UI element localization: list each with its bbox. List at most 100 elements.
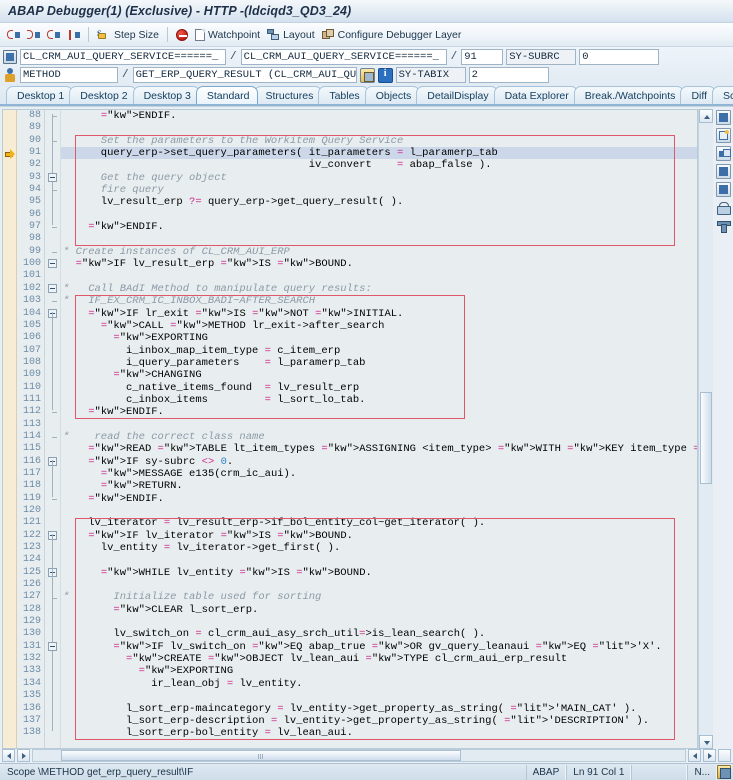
code-line[interactable]: ="kw">CHANGING [61, 369, 697, 381]
code-line[interactable]: * Initialize table used for sorting [61, 591, 697, 603]
breakpoint-gutter[interactable] [3, 110, 17, 748]
tab-tables[interactable]: Tables [318, 86, 369, 104]
vertical-scroll-thumb[interactable] [700, 392, 712, 485]
tab-break-watchpoints[interactable]: Break./Watchpoints [573, 86, 685, 104]
code-line[interactable] [61, 554, 697, 566]
collapse-icon[interactable] [715, 182, 731, 197]
code-line[interactable]: ="kw">ENDIF. [61, 110, 697, 122]
layout-button[interactable]: Layout [264, 25, 318, 45]
method-name-field[interactable]: GET_ERP_QUERY_RESULT (CL_CRM_AUI_QUERY_S… [132, 67, 357, 83]
code-line[interactable]: * read the correct class name [61, 431, 697, 443]
code-line[interactable]: ="kw">EXPORTING [61, 665, 697, 677]
hscroll-page-left-button[interactable] [688, 749, 701, 762]
code-line[interactable]: lv_iterator = lv_result_erp->if_bol_enti… [61, 517, 697, 529]
code-line[interactable]: ="kw">IF lv_result_erp ="kw">IS ="kw">BO… [61, 258, 697, 270]
code-line[interactable]: ="kw">WHILE lv_entity ="kw">IS ="kw">BOU… [61, 567, 697, 579]
code-text[interactable]: ="kw">ENDIF. Set the parameters to the W… [61, 110, 697, 748]
step-return-button[interactable] [44, 25, 63, 45]
code-line[interactable]: ="kw">ENDIF. [61, 406, 697, 418]
hscroll-right-button[interactable] [17, 749, 30, 762]
fold-toggle[interactable] [48, 172, 57, 182]
info-button[interactable] [377, 67, 393, 83]
line-number-field[interactable]: 91 [461, 49, 504, 65]
tab-detail-display[interactable]: DetailDisplay [416, 86, 498, 104]
tab-data-explorer[interactable]: Data Explorer [493, 86, 578, 104]
code-line[interactable]: ="kw">CALL ="kw">METHOD lr_exit->after_s… [61, 320, 697, 332]
new-window-icon[interactable] [715, 128, 731, 143]
code-line[interactable] [61, 419, 697, 431]
breakpoint-button[interactable] [173, 25, 191, 45]
code-line[interactable]: * Create instances of CL_CRM_AUI_ERP [61, 246, 697, 258]
hscroll-left-button[interactable] [2, 749, 15, 762]
tab-diff[interactable]: Diff [680, 86, 716, 104]
status-system-icon[interactable] [717, 765, 731, 779]
code-line[interactable]: ="kw">ENDIF. [61, 493, 697, 505]
code-line[interactable] [61, 616, 697, 628]
code-line[interactable]: c_native_items_found = lv_result_erp [61, 382, 697, 394]
code-line[interactable]: i_query_parameters = l_paramerp_tab [61, 357, 697, 369]
program-field[interactable]: CL_CRM_AUI_QUERY_SERVICE======_ [20, 49, 226, 65]
code-line[interactable] [61, 122, 697, 134]
code-line[interactable]: iv_convert = abap_false ). [61, 159, 697, 171]
code-line[interactable]: lv_result_erp ?= query_erp->get_query_re… [61, 196, 697, 208]
horizontal-scroll-thumb[interactable] [61, 750, 461, 761]
vertical-scrollbar[interactable] [698, 109, 713, 749]
code-line[interactable] [61, 505, 697, 517]
tab-script[interactable]: Script [712, 86, 733, 104]
code-line[interactable]: ="kw">READ ="kw">TABLE lt_item_types ="k… [61, 443, 697, 455]
code-line[interactable]: * Call BAdI Method to manipulate query r… [61, 283, 697, 295]
tab-desktop-2[interactable]: Desktop 2 [69, 86, 137, 104]
code-line[interactable]: l_sort_erp-description = lv_entity->get_… [61, 715, 697, 727]
code-line[interactable]: ="kw">ENDIF. [61, 221, 697, 233]
code-line[interactable]: l_sort_erp-maincategory = lv_entity->get… [61, 703, 697, 715]
code-line[interactable]: ir_lean_obj = lv_entity. [61, 678, 697, 690]
hscroll-page-right-button[interactable] [703, 749, 716, 762]
fold-toggle[interactable] [48, 283, 57, 293]
code-line[interactable]: l_sort_erp-bol_entity = lv_lean_aui. [61, 727, 697, 739]
code-line[interactable]: ="kw">CLEAR l_sort_erp. [61, 604, 697, 616]
watchpoint-button[interactable]: Watchpoint [192, 25, 263, 45]
step-over-button[interactable] [24, 25, 43, 45]
tab-desktop-3[interactable]: Desktop 3 [132, 86, 200, 104]
code-line[interactable]: * IF_EX_CRM_IC_INBOX_BADI~AFTER_SEARCH [61, 295, 697, 307]
sy-subrc-value[interactable]: 0 [579, 49, 660, 65]
tab-structures[interactable]: Structures [254, 86, 323, 104]
step-continue-button[interactable] [64, 25, 83, 45]
code-line[interactable]: fire query [61, 184, 697, 196]
code-line[interactable]: Get the query object [61, 172, 697, 184]
step-into-button[interactable] [4, 25, 23, 45]
hscroll-end-button[interactable] [718, 749, 731, 762]
include-field[interactable]: CL_CRM_AUI_QUERY_SERVICE======_ [240, 49, 447, 65]
tab-objects[interactable]: Objects [364, 86, 421, 104]
lock-icon[interactable] [716, 200, 731, 215]
code-line[interactable] [61, 579, 697, 591]
code-fold-column[interactable] [45, 110, 61, 748]
code-line[interactable]: c_inbox_items = l_sort_lo_tab. [61, 394, 697, 406]
code-line[interactable]: lv_entity = lv_iterator->get_first( ). [61, 542, 697, 554]
code-line[interactable]: ="kw">RETURN. [61, 480, 697, 492]
settings-icon[interactable] [716, 218, 731, 233]
fold-toggle[interactable] [48, 259, 57, 269]
tab-standard[interactable]: Standard [195, 86, 259, 104]
code-line[interactable]: ="kw">IF sy-subrc <> 0. [61, 456, 697, 468]
code-line[interactable] [61, 233, 697, 245]
code-line[interactable] [61, 270, 697, 282]
code-line[interactable]: ="kw">IF lv_iterator ="kw">IS ="kw">BOUN… [61, 530, 697, 542]
code-line[interactable]: ="kw">MESSAGE e135(crm_ic_aui). [61, 468, 697, 480]
expand-icon[interactable] [715, 164, 731, 179]
code-line[interactable]: i_inbox_map_item_type = c_item_erp [61, 345, 697, 357]
vertical-scroll-track[interactable] [699, 123, 713, 735]
sy-tabix-value[interactable]: 2 [468, 67, 549, 83]
code-line[interactable]: ="kw">IF lr_exit ="kw">IS ="kw">NOT ="kw… [61, 308, 697, 320]
code-line[interactable] [61, 690, 697, 702]
call-stack-button[interactable] [359, 67, 375, 83]
event-type-field[interactable]: METHOD [20, 67, 118, 83]
fold-toggle[interactable] [48, 642, 57, 652]
code-line[interactable]: lv_switch_on = cl_crm_aui_asy_srch_util=… [61, 628, 697, 640]
code-line[interactable]: query_erp->set_query_parameters( it_para… [61, 147, 697, 160]
step-size-button[interactable]: S Step Size [94, 25, 162, 45]
copy-icon[interactable] [715, 146, 731, 161]
tab-desktop-1[interactable]: Desktop 1 [6, 86, 74, 104]
configure-debugger-layer-button[interactable]: Configure Debugger Layer [319, 25, 465, 45]
code-line[interactable]: Set the parameters to the Workitem Query… [61, 135, 697, 147]
